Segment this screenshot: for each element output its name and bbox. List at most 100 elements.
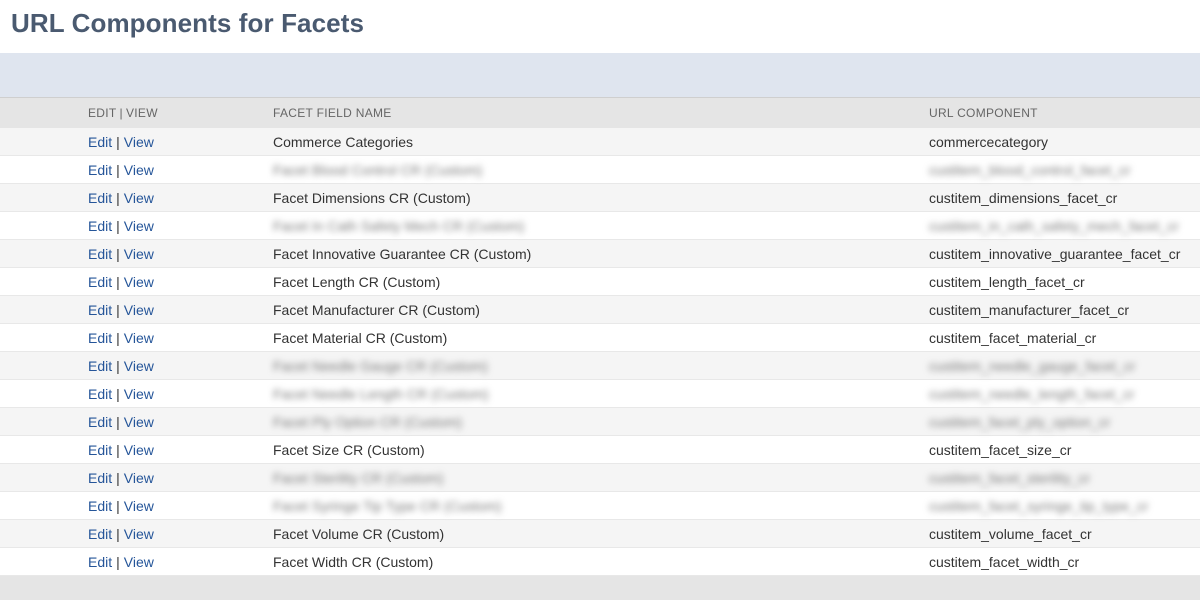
edit-link[interactable]: Edit: [88, 134, 112, 150]
edit-link[interactable]: Edit: [88, 498, 112, 514]
edit-link[interactable]: Edit: [88, 162, 112, 178]
url-component-cell: custitem_facet_size_cr: [929, 441, 1072, 458]
edit-link[interactable]: Edit: [88, 274, 112, 290]
view-link[interactable]: View: [124, 162, 154, 178]
view-link[interactable]: View: [124, 134, 154, 150]
edit-link[interactable]: Edit: [88, 246, 112, 262]
edit-link[interactable]: Edit: [88, 358, 112, 374]
edit-link[interactable]: Edit: [88, 414, 112, 430]
table-row: Edit | View Facet Ply Option CR (Custom) cus…: [0, 408, 1200, 436]
header-separator: |: [119, 106, 123, 120]
facets-table: EDIT | VIEW FACET FIELD NAME URL COMPONENT…: [0, 97, 1200, 576]
action-separator: |: [116, 329, 120, 346]
view-link[interactable]: View: [124, 246, 154, 262]
url-component-cell: custitem_needle_gauge_facet_cr: [929, 357, 1136, 374]
edit-link[interactable]: Edit: [88, 554, 112, 570]
edit-link[interactable]: Edit: [88, 190, 112, 206]
facet-field-name-cell: Facet Volume CR (Custom): [273, 525, 445, 542]
url-component-cell: custitem_needle_length_facet_cr: [929, 385, 1135, 402]
action-separator: |: [116, 357, 120, 374]
row-actions: Edit | View: [0, 330, 273, 346]
table-row: Edit | View Facet Dimensions CR (Custom) cus…: [0, 184, 1200, 212]
action-separator: |: [116, 245, 120, 262]
table-row: Edit | View Facet Needle Length CR (Custom)…: [0, 380, 1200, 408]
table-row: Edit | View Facet In Cath Safety Mech CR (C…: [0, 212, 1200, 240]
edit-link[interactable]: Edit: [88, 386, 112, 402]
view-link[interactable]: View: [124, 498, 154, 514]
facet-field-name-cell: Facet Needle Gauge CR (Custom): [273, 357, 488, 374]
view-link[interactable]: View: [124, 358, 154, 374]
facet-field-name-cell: Commerce Categories: [273, 133, 414, 150]
view-link[interactable]: View: [124, 442, 154, 458]
header-facet-field-name[interactable]: FACET FIELD NAME: [273, 106, 929, 120]
table-row: Edit | View Facet Sterility CR (Custom) cust…: [0, 464, 1200, 492]
view-link[interactable]: View: [124, 330, 154, 346]
row-actions: Edit | View: [0, 386, 273, 402]
row-actions: Edit | View: [0, 554, 273, 570]
view-link[interactable]: View: [124, 274, 154, 290]
action-separator: |: [116, 273, 120, 290]
header-edit-view: EDIT | VIEW: [0, 106, 273, 120]
row-actions: Edit | View: [0, 162, 273, 178]
table-row: Edit | View Facet Volume CR (Custom) custite…: [0, 520, 1200, 548]
table-row: Edit | View Facet Blood Control CR (Custom)…: [0, 156, 1200, 184]
view-link[interactable]: View: [124, 414, 154, 430]
action-separator: |: [116, 553, 120, 570]
row-actions: Edit | View: [0, 302, 273, 318]
row-actions: Edit | View: [0, 498, 273, 514]
edit-link[interactable]: Edit: [88, 218, 112, 234]
view-link[interactable]: View: [124, 470, 154, 486]
edit-link[interactable]: Edit: [88, 470, 112, 486]
url-component-cell: custitem_blood_control_facet_cr: [929, 161, 1131, 178]
action-separator: |: [116, 413, 120, 430]
header-url-component[interactable]: URL COMPONENT: [929, 106, 1200, 120]
url-component-cell: custitem_manufacturer_facet_cr: [929, 301, 1129, 318]
facet-field-name-cell: Facet Manufacturer CR (Custom): [273, 301, 480, 318]
facet-field-name-cell: Facet Innovative Guarantee CR (Custom): [273, 245, 532, 262]
url-component-cell: custitem_facet_syringe_tip_type_cr: [929, 497, 1149, 514]
view-link[interactable]: View: [124, 554, 154, 570]
facet-field-name-cell: Facet Dimensions CR (Custom): [273, 189, 471, 206]
table-row: Edit | View Facet Needle Gauge CR (Custom) c…: [0, 352, 1200, 380]
row-actions: Edit | View: [0, 526, 273, 542]
url-component-cell: commercecategory: [929, 133, 1049, 150]
row-actions: Edit | View: [0, 442, 273, 458]
row-actions: Edit | View: [0, 358, 273, 374]
table-row: Edit | View Facet Innovative Guarantee CR (…: [0, 240, 1200, 268]
url-component-cell: custitem_dimensions_facet_cr: [929, 189, 1118, 206]
edit-link[interactable]: Edit: [88, 302, 112, 318]
action-separator: |: [116, 217, 120, 234]
table-header-row: EDIT | VIEW FACET FIELD NAME URL COMPONENT: [0, 97, 1200, 128]
view-link[interactable]: View: [124, 386, 154, 402]
view-link[interactable]: View: [124, 190, 154, 206]
url-component-cell: custitem_facet_sterility_cr: [929, 469, 1091, 486]
action-separator: |: [116, 189, 120, 206]
edit-link[interactable]: Edit: [88, 330, 112, 346]
row-actions: Edit | View: [0, 134, 273, 150]
action-separator: |: [116, 133, 120, 150]
view-link[interactable]: View: [124, 526, 154, 542]
view-link[interactable]: View: [124, 302, 154, 318]
table-row: Edit | View Facet Width CR (Custom) custitem…: [0, 548, 1200, 576]
url-component-cell: custitem_innovative_guarantee_facet_cr: [929, 245, 1181, 262]
url-component-cell: custitem_in_cath_safety_mech_facet_cr: [929, 217, 1179, 234]
header-view-label: VIEW: [125, 106, 158, 120]
row-actions: Edit | View: [0, 246, 273, 262]
table-row: Edit | View Commerce Categories commercecate…: [0, 128, 1200, 156]
facet-field-name-cell: Facet Blood Control CR (Custom): [273, 161, 483, 178]
view-link[interactable]: View: [124, 218, 154, 234]
page-title: URL Components for Facets: [11, 8, 365, 38]
facet-field-name-cell: Facet Length CR (Custom): [273, 273, 441, 290]
page: URL Components for Facets EDIT | VIEW FACE…: [0, 0, 1200, 600]
row-actions: Edit | View: [0, 470, 273, 486]
action-separator: |: [116, 385, 120, 402]
header-edit-label: EDIT: [88, 106, 117, 120]
edit-link[interactable]: Edit: [88, 442, 112, 458]
facet-field-name-cell: Facet Material CR (Custom): [273, 329, 448, 346]
facet-field-name-cell: Facet Width CR (Custom): [273, 553, 434, 570]
action-separator: |: [116, 525, 120, 542]
url-component-cell: custitem_facet_material_cr: [929, 329, 1097, 346]
table-row: Edit | View Facet Material CR (Custom) custi…: [0, 324, 1200, 352]
edit-link[interactable]: Edit: [88, 526, 112, 542]
table-row: Edit | View Facet Length CR (Custom) custite…: [0, 268, 1200, 296]
